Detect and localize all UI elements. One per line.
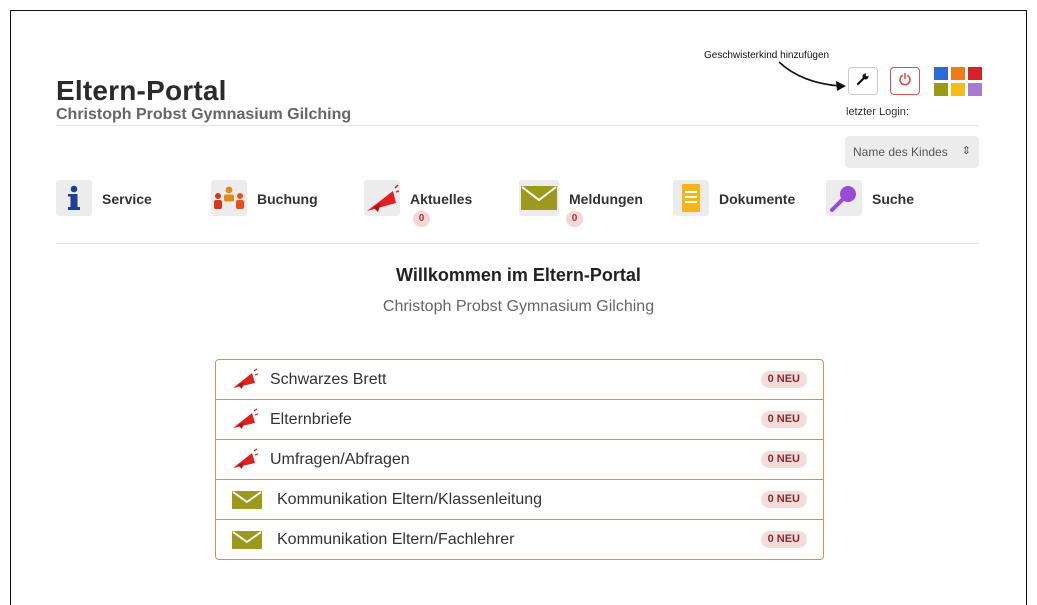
- theme-swatch[interactable]: [951, 83, 965, 96]
- nav-badge: 0: [566, 211, 583, 227]
- new-count-badge: 0 NEU: [760, 491, 807, 508]
- theme-swatch[interactable]: [934, 67, 948, 80]
- chevron-updown-icon: ⇕: [961, 145, 971, 157]
- info-icon: [56, 180, 92, 216]
- theme-swatch[interactable]: [951, 67, 965, 80]
- nav-label: Suche: [872, 191, 915, 207]
- annotation-arrow: [778, 61, 846, 91]
- nav-item-aktuelles[interactable]: Aktuelles 0: [364, 180, 473, 227]
- divider: [56, 125, 979, 126]
- theme-swatch[interactable]: [968, 67, 982, 80]
- new-count-badge: 0 NEU: [760, 451, 807, 468]
- logout-button[interactable]: [890, 67, 920, 95]
- nav-item-buchung[interactable]: Buchung: [211, 180, 318, 220]
- megaphone-icon: [364, 180, 400, 216]
- add-sibling-button[interactable]: [848, 67, 878, 95]
- divider: [56, 243, 979, 244]
- new-count-badge: 0 NEU: [760, 411, 807, 428]
- megaphone-icon: [232, 368, 259, 395]
- panel-row-kommunikation-fachlehrer[interactable]: Kommunikation Eltern/Fachlehrer 0 NEU: [216, 520, 823, 559]
- child-select-value: Name des Kindes: [853, 145, 948, 159]
- search-icon: [826, 180, 862, 216]
- nav-item-service[interactable]: Service: [56, 180, 152, 220]
- welcome-title: Willkommen im Eltern-Portal: [396, 265, 641, 285]
- panel-row-label: Elternbriefe: [270, 411, 352, 428]
- new-count-badge: 0 NEU: [760, 371, 807, 388]
- nav-label: Service: [102, 191, 152, 207]
- panel-row-kommunikation-klassenleitung[interactable]: Kommunikation Eltern/Klassenleitung 0 NE…: [216, 480, 823, 520]
- nav-label: Aktuelles: [410, 191, 473, 207]
- nav-item-suche[interactable]: Suche: [826, 180, 914, 220]
- panel-row-label: Kommunikation Eltern/Fachlehrer: [277, 531, 515, 548]
- panel-row-label: Schwarzes Brett: [270, 371, 387, 388]
- wrench-icon: [856, 72, 870, 91]
- nav-item-meldungen[interactable]: Meldungen 0: [519, 180, 643, 227]
- envelope-icon: [232, 531, 262, 554]
- main-nav: Service Buchung Aktuelles 0 Meldungen 0 …: [0, 180, 1037, 227]
- nav-badge: 0: [413, 211, 430, 227]
- theme-swatch[interactable]: [934, 83, 948, 96]
- people-icon: [211, 180, 247, 216]
- nav-item-dokumente[interactable]: Dokumente: [673, 180, 795, 220]
- news-panel: Schwarzes Brett 0 NEU Elternbriefe 0 NEU…: [215, 359, 824, 560]
- panel-row-elternbriefe[interactable]: Elternbriefe 0 NEU: [216, 400, 823, 440]
- nav-label: Buchung: [257, 191, 318, 207]
- last-login-label: letzter Login:: [846, 106, 909, 118]
- megaphone-icon: [232, 408, 259, 435]
- school-name: Christoph Probst Gymnasium Gilching: [56, 106, 352, 123]
- panel-row-schwarzes-brett[interactable]: Schwarzes Brett 0 NEU: [216, 360, 823, 400]
- panel-row-label: Umfragen/Abfragen: [270, 451, 410, 468]
- nav-label: Meldungen: [569, 191, 643, 207]
- envelope-icon: [519, 180, 559, 216]
- power-icon: [898, 72, 912, 91]
- app-title[interactable]: Eltern-Portal: [56, 76, 351, 106]
- child-select[interactable]: Name des Kindes ⇕: [845, 136, 979, 168]
- theme-swatch[interactable]: [968, 83, 982, 96]
- document-icon: [673, 180, 709, 216]
- megaphone-icon: [232, 448, 259, 475]
- panel-row-label: Kommunikation Eltern/Klassenleitung: [277, 491, 543, 508]
- new-count-badge: 0 NEU: [760, 531, 807, 548]
- panel-row-umfragen[interactable]: Umfragen/Abfragen 0 NEU: [216, 440, 823, 480]
- theme-color-picker[interactable]: [934, 67, 982, 96]
- nav-label: Dokumente: [719, 191, 796, 207]
- welcome-subtitle: Christoph Probst Gymnasium Gilching: [382, 298, 655, 315]
- envelope-icon: [232, 491, 262, 514]
- header-brand: Eltern-Portal Christoph Probst Gymnasium…: [56, 76, 351, 124]
